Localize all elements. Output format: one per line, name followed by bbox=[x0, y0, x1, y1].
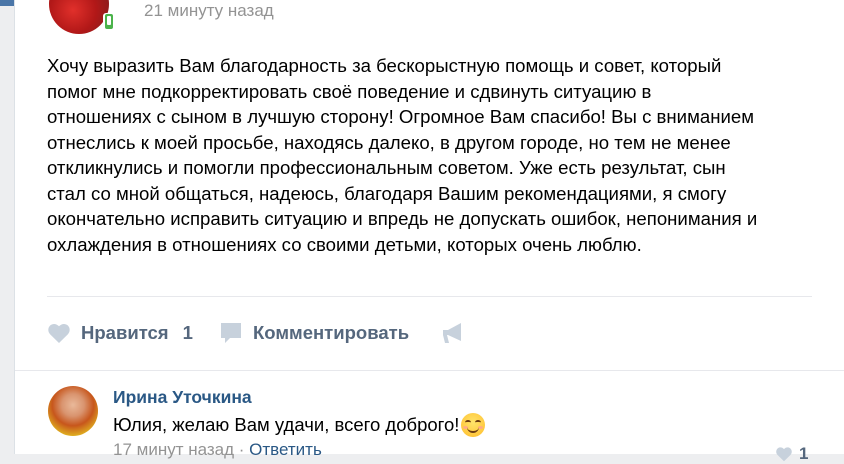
comment-bubble-icon bbox=[221, 323, 241, 343]
post-divider bbox=[47, 296, 812, 297]
comment-like-count: 1 bbox=[799, 444, 809, 463]
like-count: 1 bbox=[182, 322, 193, 343]
comment-button[interactable]: Комментировать bbox=[219, 318, 409, 348]
like-label: Нравится bbox=[81, 322, 169, 343]
commenter-name[interactable]: Ирина Уточкина bbox=[113, 387, 252, 408]
reply-link[interactable]: Ответить bbox=[249, 440, 322, 459]
share-button[interactable] bbox=[441, 318, 467, 348]
comment-like-button[interactable]: 1 bbox=[775, 444, 808, 464]
comment-label: Комментировать bbox=[253, 322, 410, 343]
commenter-avatar[interactable] bbox=[48, 386, 98, 436]
like-button[interactable]: Нравится 1 bbox=[47, 318, 193, 348]
comments-separator bbox=[15, 370, 844, 371]
heart-icon bbox=[48, 323, 70, 343]
post-text: Хочу выразить Вам благодарность за беско… bbox=[47, 55, 758, 255]
meta-separator: · bbox=[234, 440, 250, 459]
megaphone-icon bbox=[443, 323, 461, 343]
author-avatar[interactable] bbox=[49, 0, 109, 34]
heart-icon bbox=[776, 447, 792, 462]
comment-meta: 17 минут назад · Ответить bbox=[113, 440, 322, 460]
mobile-online-icon bbox=[103, 13, 115, 31]
post-timestamp[interactable]: 21 минуту назад bbox=[144, 1, 274, 21]
comment-text: Юлия, желаю Вам удачи, всего доброго! bbox=[113, 413, 486, 437]
blush-smile-icon bbox=[461, 413, 486, 437]
post-card: 21 минуту назад Хочу выразить Вам благод… bbox=[14, 0, 844, 463]
comment-timestamp[interactable]: 17 минут назад bbox=[113, 440, 234, 459]
comment-text-body: Юлия, желаю Вам удачи, всего доброго! bbox=[113, 414, 460, 435]
